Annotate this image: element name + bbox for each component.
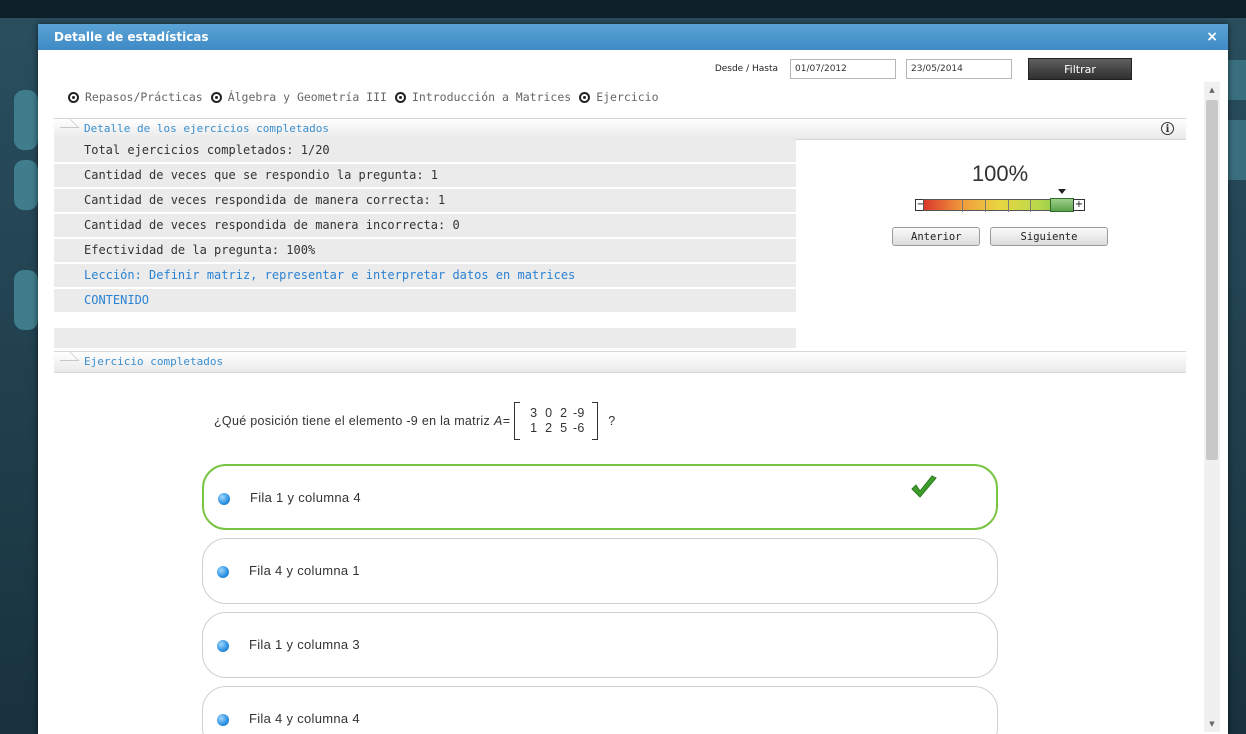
breadcrumb-item[interactable]: Introducción a Matrices <box>394 90 572 104</box>
stat-row: Cantidad de veces que se respondio la pr… <box>54 164 796 189</box>
next-button[interactable]: Siguiente <box>990 227 1108 246</box>
date-to-input[interactable] <box>906 59 1012 79</box>
question-text: ¿Qué posición tiene el elemento -9 en la… <box>214 402 616 440</box>
question-prefix: ¿Qué posición tiene el elemento -9 en la… <box>214 414 491 428</box>
stat-row: Cantidad de veces respondida de manera i… <box>54 214 796 239</box>
matrix-cell: 5 <box>560 421 568 435</box>
meter-handle <box>1049 198 1074 212</box>
scroll-down-icon[interactable]: ▼ <box>1204 716 1220 732</box>
breadcrumb-item[interactable]: Repasos/Prácticas <box>68 90 203 104</box>
details-panel-header[interactable]: Detalle de los ejercicios completados i <box>54 118 1186 140</box>
exercise-panel-title: Ejercicio completados <box>84 355 224 368</box>
matrix-cell: -6 <box>572 421 585 435</box>
breadcrumb-label: Ejercicio <box>596 90 659 104</box>
breadcrumb: Repasos/Prácticas Álgebra y Geometría II… <box>68 90 667 104</box>
stat-row: Total ejercicios completados: 1/20 <box>54 139 796 164</box>
meter-segment <box>1030 200 1032 212</box>
details-panel: Detalle de los ejercicios completados i … <box>54 118 1186 350</box>
answer-option[interactable]: Fila 1 y columna 3 <box>202 612 998 678</box>
date-from-input[interactable] <box>790 59 896 79</box>
background-tile <box>14 270 38 330</box>
previous-button[interactable]: Anterior <box>892 227 980 246</box>
check-icon <box>911 475 937 498</box>
close-icon[interactable]: × <box>1206 24 1218 50</box>
meter-segment <box>1007 200 1009 212</box>
modal-titlebar: Detalle de estadísticas × <box>38 24 1228 50</box>
effectiveness-percent: 100% <box>971 161 1029 186</box>
info-icon[interactable]: i <box>1161 122 1174 135</box>
content-link[interactable]: CONTENIDO <box>54 289 796 314</box>
breadcrumb-item[interactable]: Álgebra y Geometría III <box>210 90 387 104</box>
vertical-scrollbar[interactable]: ▲ ▼ <box>1204 82 1220 732</box>
breadcrumb-label: Repasos/Prácticas <box>85 90 203 104</box>
scroll-up-icon[interactable]: ▲ <box>1204 82 1220 98</box>
breadcrumb-label: Introducción a Matrices <box>411 90 572 104</box>
effectiveness-summary: 100% − + Anterior Siguiente <box>814 139 1186 345</box>
eye-icon <box>210 91 222 103</box>
stats-list: Total ejercicios completados: 1/20 Canti… <box>54 139 796 350</box>
radio-dot-icon <box>218 493 230 505</box>
matrix-name: A= <box>494 414 511 428</box>
answer-option[interactable]: Fila 4 y columna 4 <box>202 686 998 734</box>
radio-dot-icon <box>217 566 229 578</box>
date-range-label: Desde / Hasta <box>714 64 778 74</box>
scroll-thumb[interactable] <box>1206 100 1218 460</box>
meter-segment <box>962 200 963 212</box>
matrix: 3 0 2 -9 1 2 5 -6 <box>514 402 599 440</box>
meter-segment <box>984 200 986 212</box>
stat-row: Efectividad de la pregunta: 100% <box>54 239 796 264</box>
answer-option[interactable]: Fila 4 y columna 1 <box>202 538 998 604</box>
eye-icon <box>579 91 591 103</box>
breadcrumb-item[interactable]: Ejercicio <box>579 90 659 104</box>
answer-label: Fila 4 y columna 4 <box>249 711 360 726</box>
effectiveness-meter: − + <box>915 189 1085 212</box>
lesson-link[interactable]: Lección: Definir matriz, representar e i… <box>54 264 796 289</box>
matrix-bracket-right <box>592 402 599 440</box>
matrix-cell: -9 <box>572 406 585 420</box>
plus-icon: + <box>1073 199 1085 211</box>
eye-icon <box>394 91 406 103</box>
matrix-cell: 0 <box>545 406 553 420</box>
filter-button[interactable]: Filtrar <box>1028 58 1132 80</box>
matrix-cell: 2 <box>545 421 553 435</box>
matrix-body: 3 0 2 -9 1 2 5 -6 <box>520 406 592 436</box>
date-filter: Desde / Hasta Filtrar <box>715 58 1132 80</box>
matrix-row: 3 0 2 -9 <box>526 406 586 421</box>
answer-label: Fila 1 y columna 3 <box>249 637 360 652</box>
matrix-cell: 1 <box>530 421 538 435</box>
modal-title: Detalle de estadísticas <box>54 30 209 44</box>
answer-label: Fila 1 y columna 4 <box>250 490 361 505</box>
nav-buttons: Anterior Siguiente <box>814 227 1186 246</box>
radio-dot-icon <box>217 714 229 726</box>
matrix-row: 1 2 5 -6 <box>526 421 586 436</box>
exercise-panel: Ejercicio completados <box>54 351 1186 373</box>
answer-label: Fila 4 y columna 1 <box>249 563 360 578</box>
matrix-cell: 2 <box>560 406 568 420</box>
details-panel-title: Detalle de los ejercicios completados <box>84 122 330 135</box>
breadcrumb-label: Álgebra y Geometría III <box>227 90 387 104</box>
radio-dot-icon <box>217 640 229 652</box>
answer-option-correct[interactable]: Fila 1 y columna 4 <box>202 464 998 530</box>
question-suffix: ? <box>608 414 616 428</box>
stat-row: Cantidad de veces respondida de manera c… <box>54 189 796 214</box>
meter-pointer-icon <box>1057 189 1066 194</box>
background-tile <box>14 160 38 210</box>
background-tile <box>14 90 38 150</box>
statistics-modal: Detalle de estadísticas × Desde / Hasta … <box>38 24 1228 734</box>
matrix-cell: 3 <box>530 406 538 420</box>
background-top-bar <box>0 0 1246 18</box>
stat-row-empty <box>54 328 796 350</box>
answer-options: Fila 1 y columna 4 Fila 4 y columna 1 Fi… <box>202 464 998 734</box>
eye-icon <box>68 91 79 103</box>
exercise-panel-header[interactable]: Ejercicio completados <box>54 351 1186 373</box>
